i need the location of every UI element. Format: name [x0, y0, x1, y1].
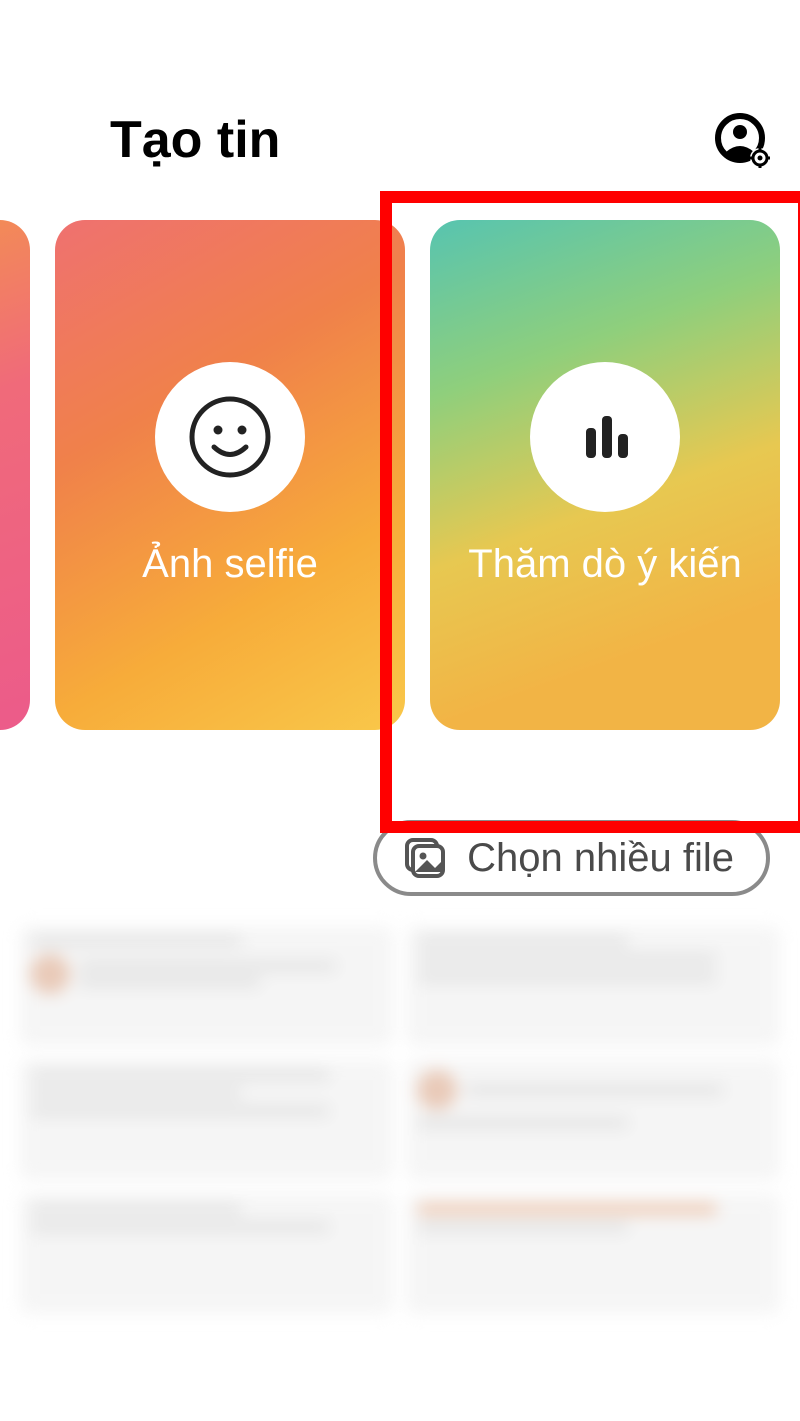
card-icon-circle [530, 362, 680, 512]
story-settings-button[interactable] [714, 112, 770, 168]
header: Tạo tin [0, 0, 800, 200]
card-label: Ảnh selfie [122, 540, 338, 588]
story-card-poll[interactable]: Thăm dò ý kiến [430, 220, 780, 730]
story-card-selfie[interactable]: Ảnh selfie [55, 220, 405, 730]
select-multiple-label: Chọn nhiều file [467, 836, 734, 881]
smile-icon [187, 394, 273, 480]
poll-bars-icon [562, 394, 648, 480]
card-icon-circle [155, 362, 305, 512]
select-multi-wrap: Chọn nhiều file [0, 760, 800, 916]
story-type-carousel[interactable]: Ảnh selfie Thăm dò ý kiến [0, 220, 800, 760]
media-gallery-blurred [0, 916, 800, 1314]
person-gear-icon [714, 112, 770, 168]
gallery-multi-icon [401, 834, 449, 882]
select-multiple-files-button[interactable]: Chọn nhiều file [373, 820, 770, 896]
card-label: Thăm dò ý kiến [448, 540, 761, 588]
page-title: Tạo tin [110, 110, 280, 170]
story-card-previous[interactable] [0, 220, 30, 730]
